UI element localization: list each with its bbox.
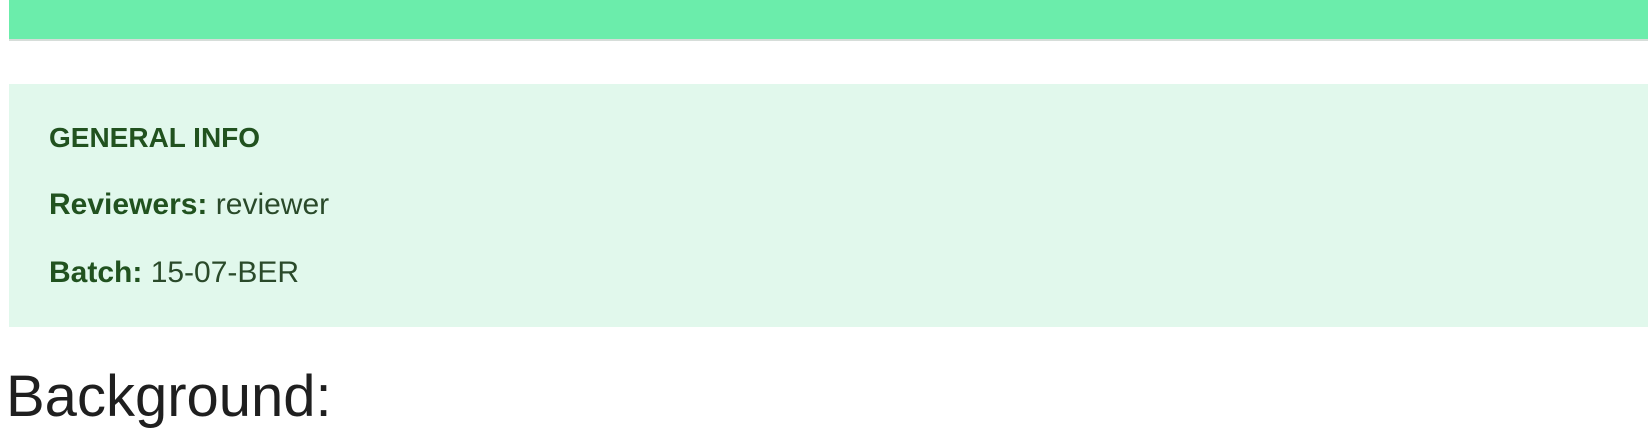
top-banner bbox=[9, 0, 1648, 41]
batch-row: Batch: 15-07-BER bbox=[49, 258, 299, 288]
batch-value: 15-07-BER bbox=[150, 256, 300, 289]
general-info-heading: GENERAL INFO bbox=[49, 122, 261, 153]
reviewers-label: Reviewers: bbox=[49, 188, 208, 221]
background-section-heading: Background: bbox=[6, 364, 332, 429]
general-info-panel: GENERAL INFO Reviewers: reviewer Batch: … bbox=[9, 84, 1648, 327]
batch-label: Batch: bbox=[49, 256, 143, 289]
reviewers-row: Reviewers: reviewer bbox=[49, 190, 329, 220]
reviewers-value: reviewer bbox=[215, 188, 330, 221]
